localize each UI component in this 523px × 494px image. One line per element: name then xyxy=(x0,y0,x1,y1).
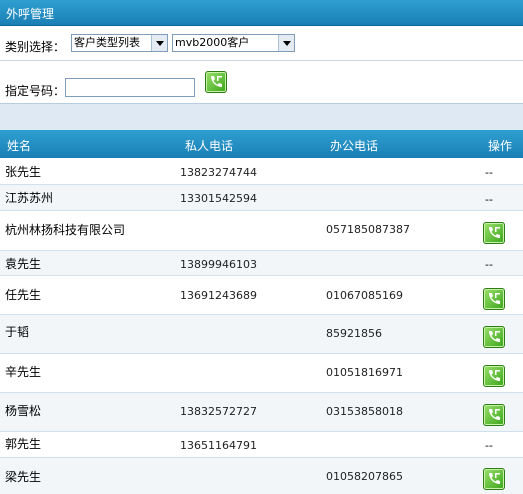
call-button[interactable] xyxy=(483,288,505,310)
phone-icon xyxy=(489,409,500,420)
table-row: 袁先生 13899946103 -- xyxy=(0,251,523,276)
row-action-none: -- xyxy=(485,166,493,179)
column-action: 操作 xyxy=(488,139,513,153)
call-button[interactable] xyxy=(483,222,505,244)
table-row: 辛先生 01051816971 xyxy=(0,354,523,393)
phone-icon xyxy=(489,370,500,381)
customer-type-select-value: 客户类型列表 xyxy=(74,36,140,49)
category-label: 类别选择： xyxy=(5,40,66,54)
phone-icon xyxy=(489,473,500,484)
phone-icon xyxy=(211,76,222,87)
chevron-down-icon[interactable] xyxy=(278,35,294,51)
row-private-phone: 13899946103 xyxy=(180,258,257,271)
call-button[interactable] xyxy=(483,326,505,348)
filter-row: 类别选择： 客户类型列表 mvb2000客户 xyxy=(0,27,523,61)
table-row: 江苏苏州 13301542594 -- xyxy=(0,185,523,211)
row-name: 梁先生 xyxy=(5,470,42,484)
phone-icon xyxy=(489,227,500,238)
column-name: 姓名 xyxy=(7,139,32,153)
column-office-phone: 办公电话 xyxy=(330,139,379,153)
customer-type-select[interactable]: 客户类型列表 xyxy=(71,34,168,52)
row-private-phone: 13832572727 xyxy=(180,405,257,418)
row-name: 袁先生 xyxy=(5,257,42,271)
table-row: 梁先生 01058207865 xyxy=(0,458,523,494)
row-name: 辛先生 xyxy=(5,365,42,379)
row-name: 任先生 xyxy=(5,288,42,302)
row-private-phone: 13651164791 xyxy=(180,439,257,452)
table-row: 郭先生 13651164791 -- xyxy=(0,432,523,458)
row-action-none: -- xyxy=(485,439,493,452)
row-office-phone: 85921856 xyxy=(326,327,382,340)
call-button[interactable] xyxy=(483,404,505,426)
row-private-phone: 13691243689 xyxy=(180,289,257,302)
dial-button[interactable] xyxy=(205,71,227,93)
row-name: 张先生 xyxy=(5,165,42,179)
table-row: 杭州林扬科技有限公司 057185087387 xyxy=(0,211,523,251)
customer-select[interactable]: mvb2000客户 xyxy=(172,34,295,52)
row-private-phone: 13823274744 xyxy=(180,166,257,179)
table-row: 任先生 13691243689 01067085169 xyxy=(0,276,523,315)
phone-icon xyxy=(489,293,500,304)
page-title: 外呼管理 xyxy=(6,7,55,21)
row-private-phone: 13301542594 xyxy=(180,192,257,205)
table-header: 姓名 私人电话 办公电话 操作 xyxy=(0,130,523,158)
customer-select-value: mvb2000客户 xyxy=(175,36,250,49)
row-office-phone: 01051816971 xyxy=(326,366,403,379)
number-row: 指定号码： xyxy=(0,62,523,102)
phone-number-input[interactable] xyxy=(65,78,195,97)
row-name: 杨雪松 xyxy=(5,404,42,418)
row-name: 杭州林扬科技有限公司 xyxy=(5,223,126,237)
column-private-phone: 私人电话 xyxy=(185,139,234,153)
call-button[interactable] xyxy=(483,468,505,490)
row-name: 于韬 xyxy=(5,325,30,339)
row-office-phone: 01067085169 xyxy=(326,289,403,302)
phone-icon xyxy=(489,331,500,342)
row-action-none: -- xyxy=(485,258,493,271)
call-button[interactable] xyxy=(483,365,505,387)
number-label: 指定号码： xyxy=(5,84,66,98)
row-name: 郭先生 xyxy=(5,437,42,451)
chevron-down-icon[interactable] xyxy=(151,35,167,51)
row-name: 江苏苏州 xyxy=(5,191,54,205)
row-office-phone: 03153858018 xyxy=(326,405,403,418)
toolbar-band xyxy=(0,103,523,130)
table-row: 杨雪松 13832572727 03153858018 xyxy=(0,393,523,432)
table-row: 于韬 85921856 xyxy=(0,315,523,354)
table-row: 张先生 13823274744 -- xyxy=(0,158,523,185)
row-office-phone: 01058207865 xyxy=(326,470,403,483)
row-office-phone: 057185087387 xyxy=(326,223,410,236)
row-action-none: -- xyxy=(485,193,493,206)
title-bar: 外呼管理 xyxy=(0,0,523,26)
